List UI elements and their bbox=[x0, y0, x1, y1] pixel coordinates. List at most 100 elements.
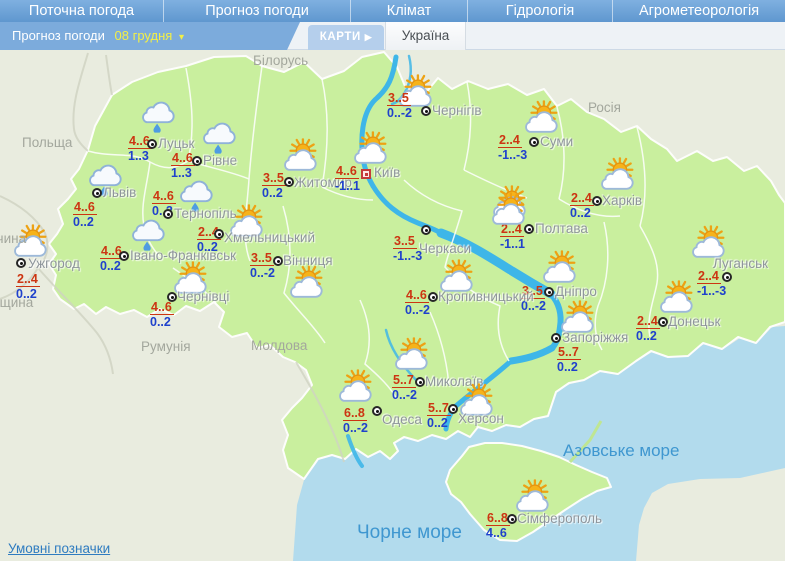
city-label[interactable]: Чернігів bbox=[432, 103, 482, 118]
sun-cloud-icon bbox=[350, 131, 392, 166]
city-label[interactable]: Луцьк bbox=[158, 136, 194, 151]
city-marker[interactable] bbox=[421, 106, 431, 116]
city-marker[interactable] bbox=[284, 177, 294, 187]
capital-marker[interactable] bbox=[361, 169, 371, 179]
temp-max: 4..6 bbox=[73, 201, 97, 215]
city-label[interactable]: Вінниця bbox=[283, 253, 333, 268]
city-label[interactable]: Одеса bbox=[382, 412, 422, 427]
temp-min: 0..-2 bbox=[249, 266, 276, 281]
sea-label: Азовське море bbox=[563, 441, 679, 461]
city-marker[interactable] bbox=[507, 514, 517, 524]
city-marker[interactable] bbox=[92, 188, 102, 198]
city-marker[interactable] bbox=[448, 404, 458, 414]
sun-cloud-icon bbox=[335, 369, 377, 404]
sun-cloud-icon bbox=[688, 225, 730, 260]
temp-min: -1..1 bbox=[334, 179, 361, 194]
rain-cloud-icon bbox=[128, 216, 170, 251]
city-marker[interactable] bbox=[658, 317, 668, 327]
temp-max: 3..5 bbox=[387, 92, 411, 106]
country-label: Словаччина bbox=[0, 231, 26, 246]
city-label[interactable]: Черкаси bbox=[419, 241, 471, 256]
temp-min: 0..2 bbox=[426, 416, 449, 431]
city-label[interactable]: Хмельницький bbox=[224, 230, 315, 245]
city-label[interactable]: Полтава bbox=[535, 221, 588, 236]
forecast-section-label: Прогноз погоди bbox=[12, 28, 105, 43]
tab-ukraine[interactable]: Україна bbox=[385, 22, 466, 50]
temp-max: 5..7 bbox=[392, 374, 416, 388]
city-marker[interactable] bbox=[529, 137, 539, 147]
city-marker[interactable] bbox=[147, 139, 157, 149]
city-marker[interactable] bbox=[273, 256, 283, 266]
city-label[interactable]: Дніпро bbox=[555, 284, 597, 299]
temp-min: 0..-2 bbox=[391, 388, 418, 403]
nav-tab-climate[interactable]: Клімат bbox=[350, 0, 467, 22]
city-marker[interactable] bbox=[16, 258, 26, 268]
nav-tab-agrometeorology[interactable]: Агрометеорологія bbox=[612, 0, 785, 22]
sea-label: Чорне море bbox=[357, 522, 462, 544]
temp-min: 0..2 bbox=[569, 206, 592, 221]
date-dropdown[interactable]: 08 грудня bbox=[115, 28, 173, 43]
nav-tab-hydrology[interactable]: Гідрологія bbox=[467, 0, 612, 22]
city-marker[interactable] bbox=[421, 225, 431, 235]
legend-link[interactable]: Умовні позначки bbox=[8, 541, 110, 556]
temp-max: 2..4 bbox=[16, 273, 40, 287]
sun-cloud-icon bbox=[512, 479, 554, 514]
city-label[interactable]: Херсон bbox=[458, 411, 504, 426]
city-marker[interactable] bbox=[551, 333, 561, 343]
country-label: Білорусь bbox=[253, 53, 308, 68]
city-marker[interactable] bbox=[167, 292, 177, 302]
weather-forecast-page: 2..40..2Ужгород4..60..2Львів4..61..3Луць… bbox=[0, 0, 785, 561]
city-marker[interactable] bbox=[192, 156, 202, 166]
city-marker[interactable] bbox=[428, 292, 438, 302]
sun-cloud-icon bbox=[286, 265, 328, 300]
city-label[interactable]: Луганськ bbox=[713, 256, 768, 271]
sub-navigation: Прогноз погоди 08 грудня ▾ КАРТИ ▶ Украї… bbox=[0, 22, 785, 50]
city-label[interactable]: Рівне bbox=[203, 153, 237, 168]
city-marker[interactable] bbox=[722, 272, 732, 282]
country-label: Молдова bbox=[251, 338, 307, 353]
city-marker[interactable] bbox=[214, 229, 224, 239]
maps-button-label: КАРТИ bbox=[320, 31, 361, 43]
temp-min: 0..2 bbox=[556, 360, 579, 375]
temp-min: 0..2 bbox=[99, 259, 122, 274]
chevron-down-icon[interactable]: ▾ bbox=[179, 32, 184, 43]
forecast-section-header: Прогноз погоди 08 грудня ▾ bbox=[0, 22, 300, 50]
city-marker[interactable] bbox=[372, 406, 382, 416]
temp-min: 0..-2 bbox=[342, 421, 369, 436]
play-arrow-icon: ▶ bbox=[365, 32, 373, 42]
city-marker[interactable] bbox=[592, 196, 602, 206]
city-label[interactable]: Чернівці bbox=[177, 289, 229, 304]
temp-max: 6..8 bbox=[343, 407, 367, 421]
nav-tab-forecast[interactable]: Прогноз погоди bbox=[163, 0, 350, 22]
city-marker[interactable] bbox=[415, 377, 425, 387]
temp-max: 2..4 bbox=[636, 315, 660, 329]
sun-cloud-icon bbox=[521, 100, 563, 135]
city-label[interactable]: Сімферополь bbox=[517, 511, 602, 526]
main-navigation: Поточна погода Прогноз погоди Клімат Гід… bbox=[0, 0, 785, 22]
rain-cloud-icon bbox=[138, 98, 180, 133]
city-label[interactable]: Київ bbox=[374, 165, 400, 180]
temp-max: 4..6 bbox=[150, 301, 174, 315]
temp-max: 4..6 bbox=[152, 190, 176, 204]
sun-cloud-icon bbox=[597, 157, 639, 192]
city-label[interactable]: Суми bbox=[540, 134, 573, 149]
sun-cloud-icon bbox=[391, 337, 433, 372]
nav-tab-current-weather[interactable]: Поточна погода bbox=[0, 0, 163, 22]
city-marker[interactable] bbox=[119, 251, 129, 261]
maps-button[interactable]: КАРТИ ▶ bbox=[308, 25, 384, 50]
temp-min: 0..2 bbox=[261, 186, 284, 201]
temp-min: 0..-2 bbox=[386, 106, 413, 121]
city-label[interactable]: Ужгород bbox=[28, 256, 80, 271]
city-label[interactable]: Запоріжжя bbox=[562, 330, 628, 345]
city-label[interactable]: Донецьк bbox=[668, 314, 720, 329]
city-layer: 2..40..2Ужгород4..60..2Львів4..61..3Луць… bbox=[0, 0, 785, 561]
city-label[interactable]: Кропивницький bbox=[438, 289, 534, 304]
temp-max: 2..4 bbox=[570, 192, 594, 206]
temp-min: 4..6 bbox=[485, 526, 508, 541]
rain-cloud-icon bbox=[199, 119, 241, 154]
city-marker[interactable] bbox=[544, 287, 554, 297]
sun-cloud-icon bbox=[280, 138, 322, 173]
city-label[interactable]: Харків bbox=[602, 193, 642, 208]
city-label[interactable]: Львів bbox=[103, 185, 136, 200]
temp-max: 4..6 bbox=[335, 165, 359, 179]
